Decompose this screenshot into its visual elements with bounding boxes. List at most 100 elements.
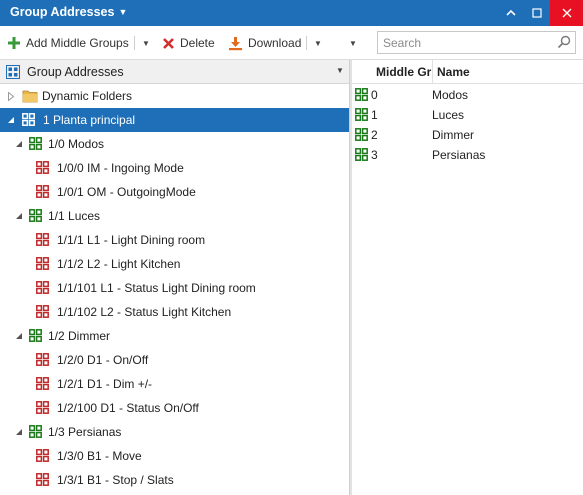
- tree-item[interactable]: 1/3 Persianas: [0, 420, 349, 444]
- delete-label: Delete: [180, 36, 215, 50]
- column-header-name[interactable]: Name: [437, 65, 470, 79]
- maximize-button[interactable]: [522, 0, 552, 26]
- tree-item-label: 1/1/102 L2 - Status Light Kitchen: [57, 305, 232, 319]
- middle-group-icon: [29, 425, 42, 441]
- table-row[interactable]: 1 Luces: [352, 105, 583, 125]
- tree-item[interactable]: 1/1/1 L1 - Light Dining room: [0, 228, 349, 252]
- table-row[interactable]: 3 Persianas: [352, 145, 583, 165]
- tree-item[interactable]: 1/2/1 D1 - Dim +/-: [0, 372, 349, 396]
- tree-item-label: 1/3/0 B1 - Move: [57, 449, 142, 463]
- group-address-icon: [36, 257, 49, 273]
- panel-title-dropdown[interactable]: Group Addresses ▼: [10, 5, 127, 19]
- column-header-middle-group[interactable]: Middle Gr: [376, 65, 432, 79]
- tree-item[interactable]: 1 Planta principal: [0, 108, 349, 132]
- title-bar: Group Addresses ▼: [0, 0, 583, 26]
- download-icon: [228, 36, 243, 51]
- tree-item[interactable]: 1/1/101 L1 - Status Light Dining room: [0, 276, 349, 300]
- tree-item-label: 1/0 Modos: [48, 137, 105, 151]
- middle-group-name: Modos: [432, 88, 469, 102]
- tree-item-label: 1/1/1 L1 - Light Dining room: [57, 233, 206, 247]
- tree-item[interactable]: 1/0 Modos: [0, 132, 349, 156]
- tree-item[interactable]: 1/0/1 OM - OutgoingMode: [0, 180, 349, 204]
- folder-icon: [22, 89, 38, 106]
- group-addresses-icon: [6, 65, 20, 82]
- tree-item-label: 1/1/2 L2 - Light Kitchen: [57, 257, 181, 271]
- download-dropdown[interactable]: ▼: [311, 32, 325, 54]
- tree-item-label: 1/2 Dimmer: [48, 329, 111, 343]
- middle-group-icon: [29, 329, 42, 345]
- collapse-arrow-icon[interactable]: [14, 427, 24, 437]
- tree-item-label: 1/3 Persianas: [48, 425, 122, 439]
- middle-group-number: 2: [371, 128, 378, 142]
- group-address-icon: [36, 161, 49, 177]
- close-icon: [562, 8, 571, 18]
- tree-item[interactable]: 1/1 Luces: [0, 204, 349, 228]
- search-input[interactable]: [383, 35, 553, 50]
- chevron-down-icon[interactable]: ▼: [336, 66, 344, 75]
- middle-group-icon: [355, 108, 368, 124]
- tree-item[interactable]: 1/1/102 L2 - Status Light Kitchen: [0, 300, 349, 324]
- tree-pane: Group Addresses ▼ Dynamic Folders 1 Plant…: [0, 60, 349, 495]
- tree-item-label: 1/3/1 B1 - Stop / Slats: [57, 473, 174, 487]
- collapse-arrow-icon[interactable]: [6, 115, 16, 125]
- search-box[interactable]: [377, 31, 576, 54]
- add-middle-groups-dropdown[interactable]: ▼: [139, 32, 153, 54]
- group-address-icon: [36, 185, 49, 201]
- download-button[interactable]: Download: [228, 32, 301, 54]
- details-pane: Middle Gr Name 0 Modos 1 Luces 2 Dimmer 3 Persi…: [352, 60, 583, 495]
- tree-header[interactable]: Group Addresses ▼: [0, 60, 349, 84]
- tree-item[interactable]: 1/2/0 D1 - On/Off: [0, 348, 349, 372]
- middle-group-icon: [355, 148, 368, 164]
- add-middle-groups-label: Add Middle Groups: [26, 36, 129, 50]
- collapse-arrow-icon[interactable]: [14, 211, 24, 221]
- chevron-down-icon: ▼: [314, 38, 322, 48]
- delete-x-icon: [162, 37, 175, 50]
- tree-item-label: 1/2/0 D1 - On/Off: [57, 353, 149, 367]
- collapse-arrow-icon[interactable]: [14, 139, 24, 149]
- collapse-arrow-icon[interactable]: [14, 331, 24, 341]
- group-address-icon: [36, 377, 49, 393]
- tree-item-label: 1 Planta principal: [43, 113, 136, 127]
- middle-group-icon: [355, 88, 368, 104]
- delete-button[interactable]: Delete: [162, 32, 215, 54]
- tree-item-label: 1/0/1 OM - OutgoingMode: [57, 185, 196, 199]
- more-options-dropdown[interactable]: ▼: [346, 32, 360, 54]
- tree-item-label: Dynamic Folders: [42, 89, 133, 103]
- middle-group-icon: [29, 137, 42, 153]
- middle-group-name: Luces: [432, 108, 465, 122]
- table-row[interactable]: 2 Dimmer: [352, 125, 583, 145]
- download-label: Download: [248, 36, 302, 50]
- group-address-icon: [36, 233, 49, 249]
- panel-title: Group Addresses: [10, 5, 115, 19]
- main-group-icon: [22, 113, 35, 129]
- toolbar-separator: [134, 36, 135, 50]
- middle-group-number: 3: [371, 148, 378, 162]
- tree-item[interactable]: 1/2/100 D1 - Status On/Off: [0, 396, 349, 420]
- tree-item[interactable]: 1/0/0 IM - Ingoing Mode: [0, 156, 349, 180]
- middle-group-name: Persianas: [432, 148, 486, 162]
- tree-item[interactable]: 1/2 Dimmer: [0, 324, 349, 348]
- tree-item-label: 1/0/0 IM - Ingoing Mode: [57, 161, 184, 175]
- add-middle-groups-button[interactable]: Add Middle Groups: [7, 32, 129, 54]
- tree-item[interactable]: 1/1/2 L2 - Light Kitchen: [0, 252, 349, 276]
- tree-item[interactable]: 1/3/1 B1 - Stop / Slats: [0, 468, 349, 492]
- column-separator[interactable]: [432, 60, 433, 84]
- tree-item-label: 1/1 Luces: [48, 209, 101, 223]
- chevron-down-icon: ▼: [349, 38, 357, 48]
- close-button[interactable]: [550, 0, 583, 26]
- tree-item[interactable]: Dynamic Folders: [0, 84, 349, 108]
- expand-arrow-icon[interactable]: [6, 91, 16, 101]
- group-address-icon: [36, 449, 49, 465]
- table-row[interactable]: 0 Modos: [352, 85, 583, 105]
- chevron-up-icon: [506, 9, 516, 16]
- group-address-icon: [36, 281, 49, 297]
- tree-item[interactable]: 1/3/0 B1 - Move: [0, 444, 349, 468]
- tree-item-label: 1/2/1 D1 - Dim +/-: [57, 377, 153, 391]
- middle-group-number: 1: [371, 108, 378, 122]
- group-address-icon: [36, 473, 49, 489]
- middle-group-icon: [355, 128, 368, 144]
- table-header: Middle Gr Name: [352, 60, 583, 84]
- group-address-icon: [36, 353, 49, 369]
- tree-item-label: 1/1/101 L1 - Status Light Dining room: [57, 281, 256, 295]
- search-icon[interactable]: [557, 35, 571, 52]
